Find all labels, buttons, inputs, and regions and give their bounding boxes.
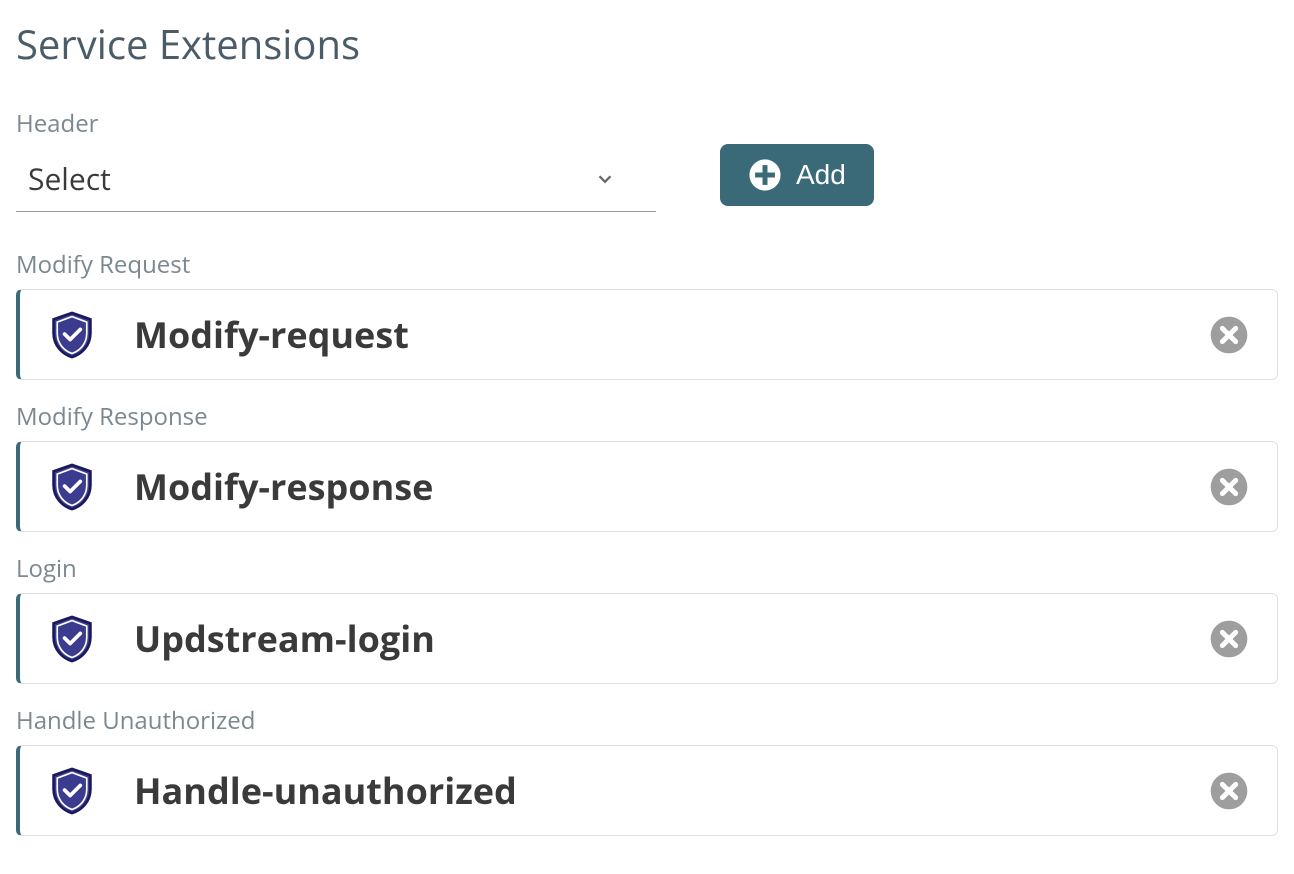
extension-card-modify-request: Modify-request [16,289,1278,380]
shield-check-icon [48,311,96,359]
remove-button-login[interactable] [1209,619,1249,659]
header-field-group: Header Select [16,107,656,212]
section-label-modify-request: Modify Request [16,248,1278,281]
add-button[interactable]: Add [720,144,874,206]
remove-button-modify-response[interactable] [1209,467,1249,507]
shield-check-icon [48,463,96,511]
section-modify-response: Modify Response Modify-response [16,400,1278,532]
extension-name: Modify-response [134,462,1209,511]
close-circle-icon [1209,619,1249,659]
header-field-label: Header [16,107,656,140]
extension-name: Modify-request [134,310,1209,359]
section-handle-unauthorized: Handle Unauthorized Handle-unauthorized [16,704,1278,836]
extension-card-handle-unauthorized: Handle-unauthorized [16,745,1278,836]
remove-button-modify-request[interactable] [1209,315,1249,355]
extension-card-login: Updstream-login [16,593,1278,684]
header-select-value: Select [28,158,111,199]
shield-check-icon [48,615,96,663]
close-circle-icon [1209,467,1249,507]
remove-button-handle-unauthorized[interactable] [1209,771,1249,811]
add-button-label: Add [796,159,846,191]
section-modify-request: Modify Request Modify-request [16,248,1278,380]
header-select[interactable]: Select [16,148,656,212]
section-login: Login Updstream-login [16,552,1278,684]
header-add-row: Header Select Add [16,107,1278,212]
close-circle-icon [1209,771,1249,811]
close-circle-icon [1209,315,1249,355]
chevron-down-icon [594,168,616,190]
extension-name: Handle-unauthorized [134,766,1209,815]
section-label-login: Login [16,552,1278,585]
header-select-wrapper: Select [16,148,656,212]
page-title: Service Extensions [16,16,1278,71]
section-label-modify-response: Modify Response [16,400,1278,433]
extension-name: Updstream-login [134,614,1209,663]
section-label-handle-unauthorized: Handle Unauthorized [16,704,1278,737]
extension-card-modify-response: Modify-response [16,441,1278,532]
plus-circle-icon [748,158,782,192]
shield-check-icon [48,767,96,815]
